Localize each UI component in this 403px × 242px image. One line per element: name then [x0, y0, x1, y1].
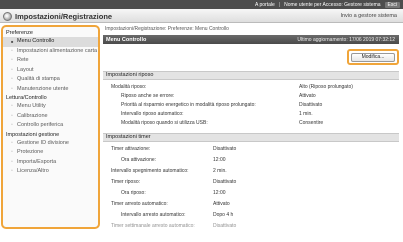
sidebar-item-rete[interactable]: Rete: [3, 56, 98, 66]
setting-row: Ora riposo: 12:00: [103, 188, 399, 198]
sidebar: Preferenze Menu Controllo Impostazioni a…: [1, 25, 100, 229]
sidebar-item-manutenzione-utente[interactable]: Manutenzione utente: [3, 85, 98, 95]
panel-header: Menu Controllo Ultimo aggiornamento: 17/…: [103, 35, 399, 44]
breadcrumb: Impostazioni/Registrazione: Preferenze: …: [105, 26, 229, 32]
setting-value: 2 min.: [213, 167, 227, 174]
setting-row: Timer riposo: Disattivato: [103, 177, 399, 187]
sidebar-item-importa-esporta[interactable]: Importa/Esporta: [3, 158, 98, 168]
setting-row: Timer attivazione: Disattivato: [103, 144, 399, 154]
sidebar-section-preferenze[interactable]: Preferenze: [3, 29, 98, 37]
setting-value: Attivato: [213, 200, 230, 207]
separator: |: [278, 1, 281, 8]
top-bar: A portale | Nome utente per Accesso: Ges…: [0, 0, 403, 9]
app-logo-icon: [3, 12, 12, 21]
setting-label: Intervallo spegnimento automatico:: [111, 167, 189, 174]
setting-value: 1 min.: [299, 110, 313, 117]
app-header: Impostazioni/Registrazione Invio a gesto…: [0, 9, 403, 23]
setting-value: Dopo 4 h: [213, 211, 234, 218]
page-title: Impostazioni/Registrazione: [15, 12, 113, 21]
main-content: Impostazioni/Registrazione: Preferenze: …: [103, 25, 403, 242]
setting-label: Intervallo arresto automatico:: [121, 211, 186, 218]
setting-label: Ora attivazione:: [121, 156, 157, 163]
setting-value: Consentire: [299, 119, 324, 126]
setting-value: 12:00: [213, 156, 226, 163]
modify-button[interactable]: Modifica...: [351, 53, 395, 62]
sidebar-item-licenza-altro[interactable]: Licenza/Altro: [3, 167, 98, 177]
sidebar-item-calibrazione[interactable]: Calibrazione: [3, 112, 98, 122]
setting-label: Modalità riposo:: [111, 83, 147, 90]
sidebar-item-protezione[interactable]: Protezione: [3, 148, 98, 158]
setting-row: Timer arresto automatico: Attivato: [103, 199, 399, 209]
sidebar-item-layout[interactable]: Layout: [3, 66, 98, 76]
sidebar-item-menu-controllo[interactable]: Menu Controllo: [3, 37, 98, 47]
setting-label: Timer riposo:: [111, 178, 140, 185]
sidebar-item-qualita-stampa[interactable]: Qualità di stampa: [3, 75, 98, 85]
setting-row: Intervallo spegnimento automatico: 2 min…: [103, 166, 399, 176]
setting-row: Ora attivazione: 12:00: [103, 155, 399, 165]
section-header-timer: Impostazioni timer: [103, 133, 399, 142]
sidebar-section-lettura-controllo[interactable]: Lettura/Controllo: [3, 94, 98, 102]
setting-label: Intervallo riposo automatico:: [121, 110, 184, 117]
setting-value: Disattivato: [213, 145, 237, 152]
sidebar-item-menu-utility[interactable]: Menu Utility: [3, 102, 98, 112]
setting-label: Priorità al risparmio energetico in moda…: [121, 101, 256, 108]
setting-value: 12:00: [213, 189, 226, 196]
sidebar-item-alimentazione-carta[interactable]: Impostazioni alimentazione carta: [3, 47, 98, 57]
sidebar-item-gestione-id-divisione[interactable]: Gestione ID divisione: [3, 139, 98, 149]
setting-row: Modalità riposo quando si utilizza USB: …: [103, 118, 399, 128]
logout-link[interactable]: Esci: [384, 1, 400, 8]
portal-link[interactable]: A portale: [255, 2, 275, 8]
bottom-fade: [103, 228, 403, 242]
setting-value: Disattivato: [299, 101, 323, 108]
sidebar-section-impostazioni-gestione[interactable]: Impostazioni gestione: [3, 131, 98, 139]
last-update-timestamp: Ultimo aggiornamento: 17/06 2019 07:32:1…: [297, 36, 395, 43]
setting-value: Alto (Riposo prolungato): [299, 83, 353, 90]
setting-label: Timer attivazione:: [111, 145, 151, 152]
setting-label: Riposo anche se errore:: [121, 92, 175, 99]
setting-label: Ora riposo:: [121, 189, 146, 196]
sidebar-item-controllo-periferica[interactable]: Controllo periferica: [3, 121, 98, 131]
top-links: A portale | Nome utente per Accesso: Ges…: [255, 1, 400, 8]
setting-value: Attivato: [299, 92, 316, 99]
setting-label: Timer arresto automatico:: [111, 200, 168, 207]
login-user-label: Nome utente per Accesso: Gestore sistema: [284, 1, 381, 8]
section-header-riposo: Impostazioni riposo: [103, 71, 399, 80]
send-to-admin-link[interactable]: Invio a gestore sistema: [340, 13, 397, 19]
panel-title: Menu Controllo: [106, 36, 147, 43]
setting-row: Intervallo arresto automatico: Dopo 4 h: [103, 210, 399, 220]
modify-button-highlight: Modifica...: [347, 49, 399, 65]
setting-label: Modalità riposo quando si utilizza USB:: [121, 119, 208, 126]
setting-value: Disattivato: [213, 178, 237, 185]
